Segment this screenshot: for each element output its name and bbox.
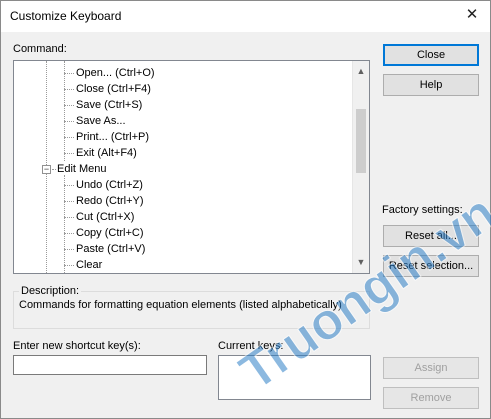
- vertical-scrollbar[interactable]: ▲ ▼: [352, 61, 369, 273]
- window-title: Customize Keyboard: [10, 9, 122, 23]
- tree-guide-line: [64, 175, 65, 273]
- tree-branch: [64, 185, 74, 186]
- command-label: Command:: [13, 43, 67, 55]
- remove-button[interactable]: Remove: [383, 387, 479, 409]
- tree-branch: [64, 73, 74, 74]
- tree-branch: [64, 233, 74, 234]
- reset-all-button[interactable]: Reset all...: [383, 225, 479, 247]
- tree-item-save-as[interactable]: Save As...: [76, 113, 126, 129]
- current-keys-label: Current keys:: [218, 340, 284, 352]
- collapse-icon[interactable]: −: [42, 165, 51, 174]
- tree-branch: [64, 153, 74, 154]
- tree-item-paste[interactable]: Paste (Ctrl+V): [76, 241, 145, 257]
- scroll-thumb[interactable]: [356, 109, 366, 173]
- tree-branch: [64, 137, 74, 138]
- tree-item-redo[interactable]: Redo (Ctrl+Y): [76, 193, 144, 209]
- new-shortcut-input[interactable]: [13, 355, 207, 375]
- scroll-down-icon[interactable]: ▼: [353, 254, 369, 271]
- tree-branch: [64, 105, 74, 106]
- close-button[interactable]: Close: [383, 44, 479, 66]
- tree-item-clear[interactable]: Clear: [76, 257, 102, 273]
- tree-item-undo[interactable]: Undo (Ctrl+Z): [76, 177, 143, 193]
- tree-item-cut[interactable]: Cut (Ctrl+X): [76, 209, 134, 225]
- tree-branch: [64, 89, 74, 90]
- new-shortcut-label: Enter new shortcut key(s):: [13, 340, 141, 352]
- customize-keyboard-dialog: Customize Keyboard ✕ Command: Open... (C…: [0, 0, 491, 419]
- description-text: Commands for formatting equation element…: [19, 299, 342, 311]
- tree-item-close[interactable]: Close (Ctrl+F4): [76, 81, 151, 97]
- description-label: Description:: [19, 285, 82, 297]
- tree-guide-line: [64, 61, 65, 161]
- tree-branch: [64, 201, 74, 202]
- tree-item-save[interactable]: Save (Ctrl+S): [76, 97, 142, 113]
- tree-item-copy[interactable]: Copy (Ctrl+C): [76, 225, 144, 241]
- title-bar: Customize Keyboard ✕: [1, 1, 490, 32]
- tree-branch: [64, 249, 74, 250]
- scroll-up-icon[interactable]: ▲: [353, 63, 369, 80]
- close-icon[interactable]: ✕: [463, 6, 481, 24]
- tree-branch: [64, 265, 74, 266]
- tree-branch: [64, 217, 74, 218]
- tree-item-edit-menu[interactable]: Edit Menu: [57, 161, 107, 177]
- tree-item-open[interactable]: Open... (Ctrl+O): [76, 65, 155, 81]
- command-tree[interactable]: Open... (Ctrl+O) Close (Ctrl+F4) Save (C…: [13, 60, 370, 274]
- help-button[interactable]: Help: [383, 74, 479, 96]
- current-keys-list[interactable]: [218, 355, 371, 400]
- tree-branch: [64, 121, 74, 122]
- tree-item-exit[interactable]: Exit (Alt+F4): [76, 145, 137, 161]
- assign-button[interactable]: Assign: [383, 357, 479, 379]
- tree-item-print[interactable]: Print... (Ctrl+P): [76, 129, 149, 145]
- reset-selection-button[interactable]: Reset selection...: [383, 255, 479, 277]
- tree-branch: [52, 169, 56, 170]
- factory-settings-label: Factory settings:: [382, 204, 463, 216]
